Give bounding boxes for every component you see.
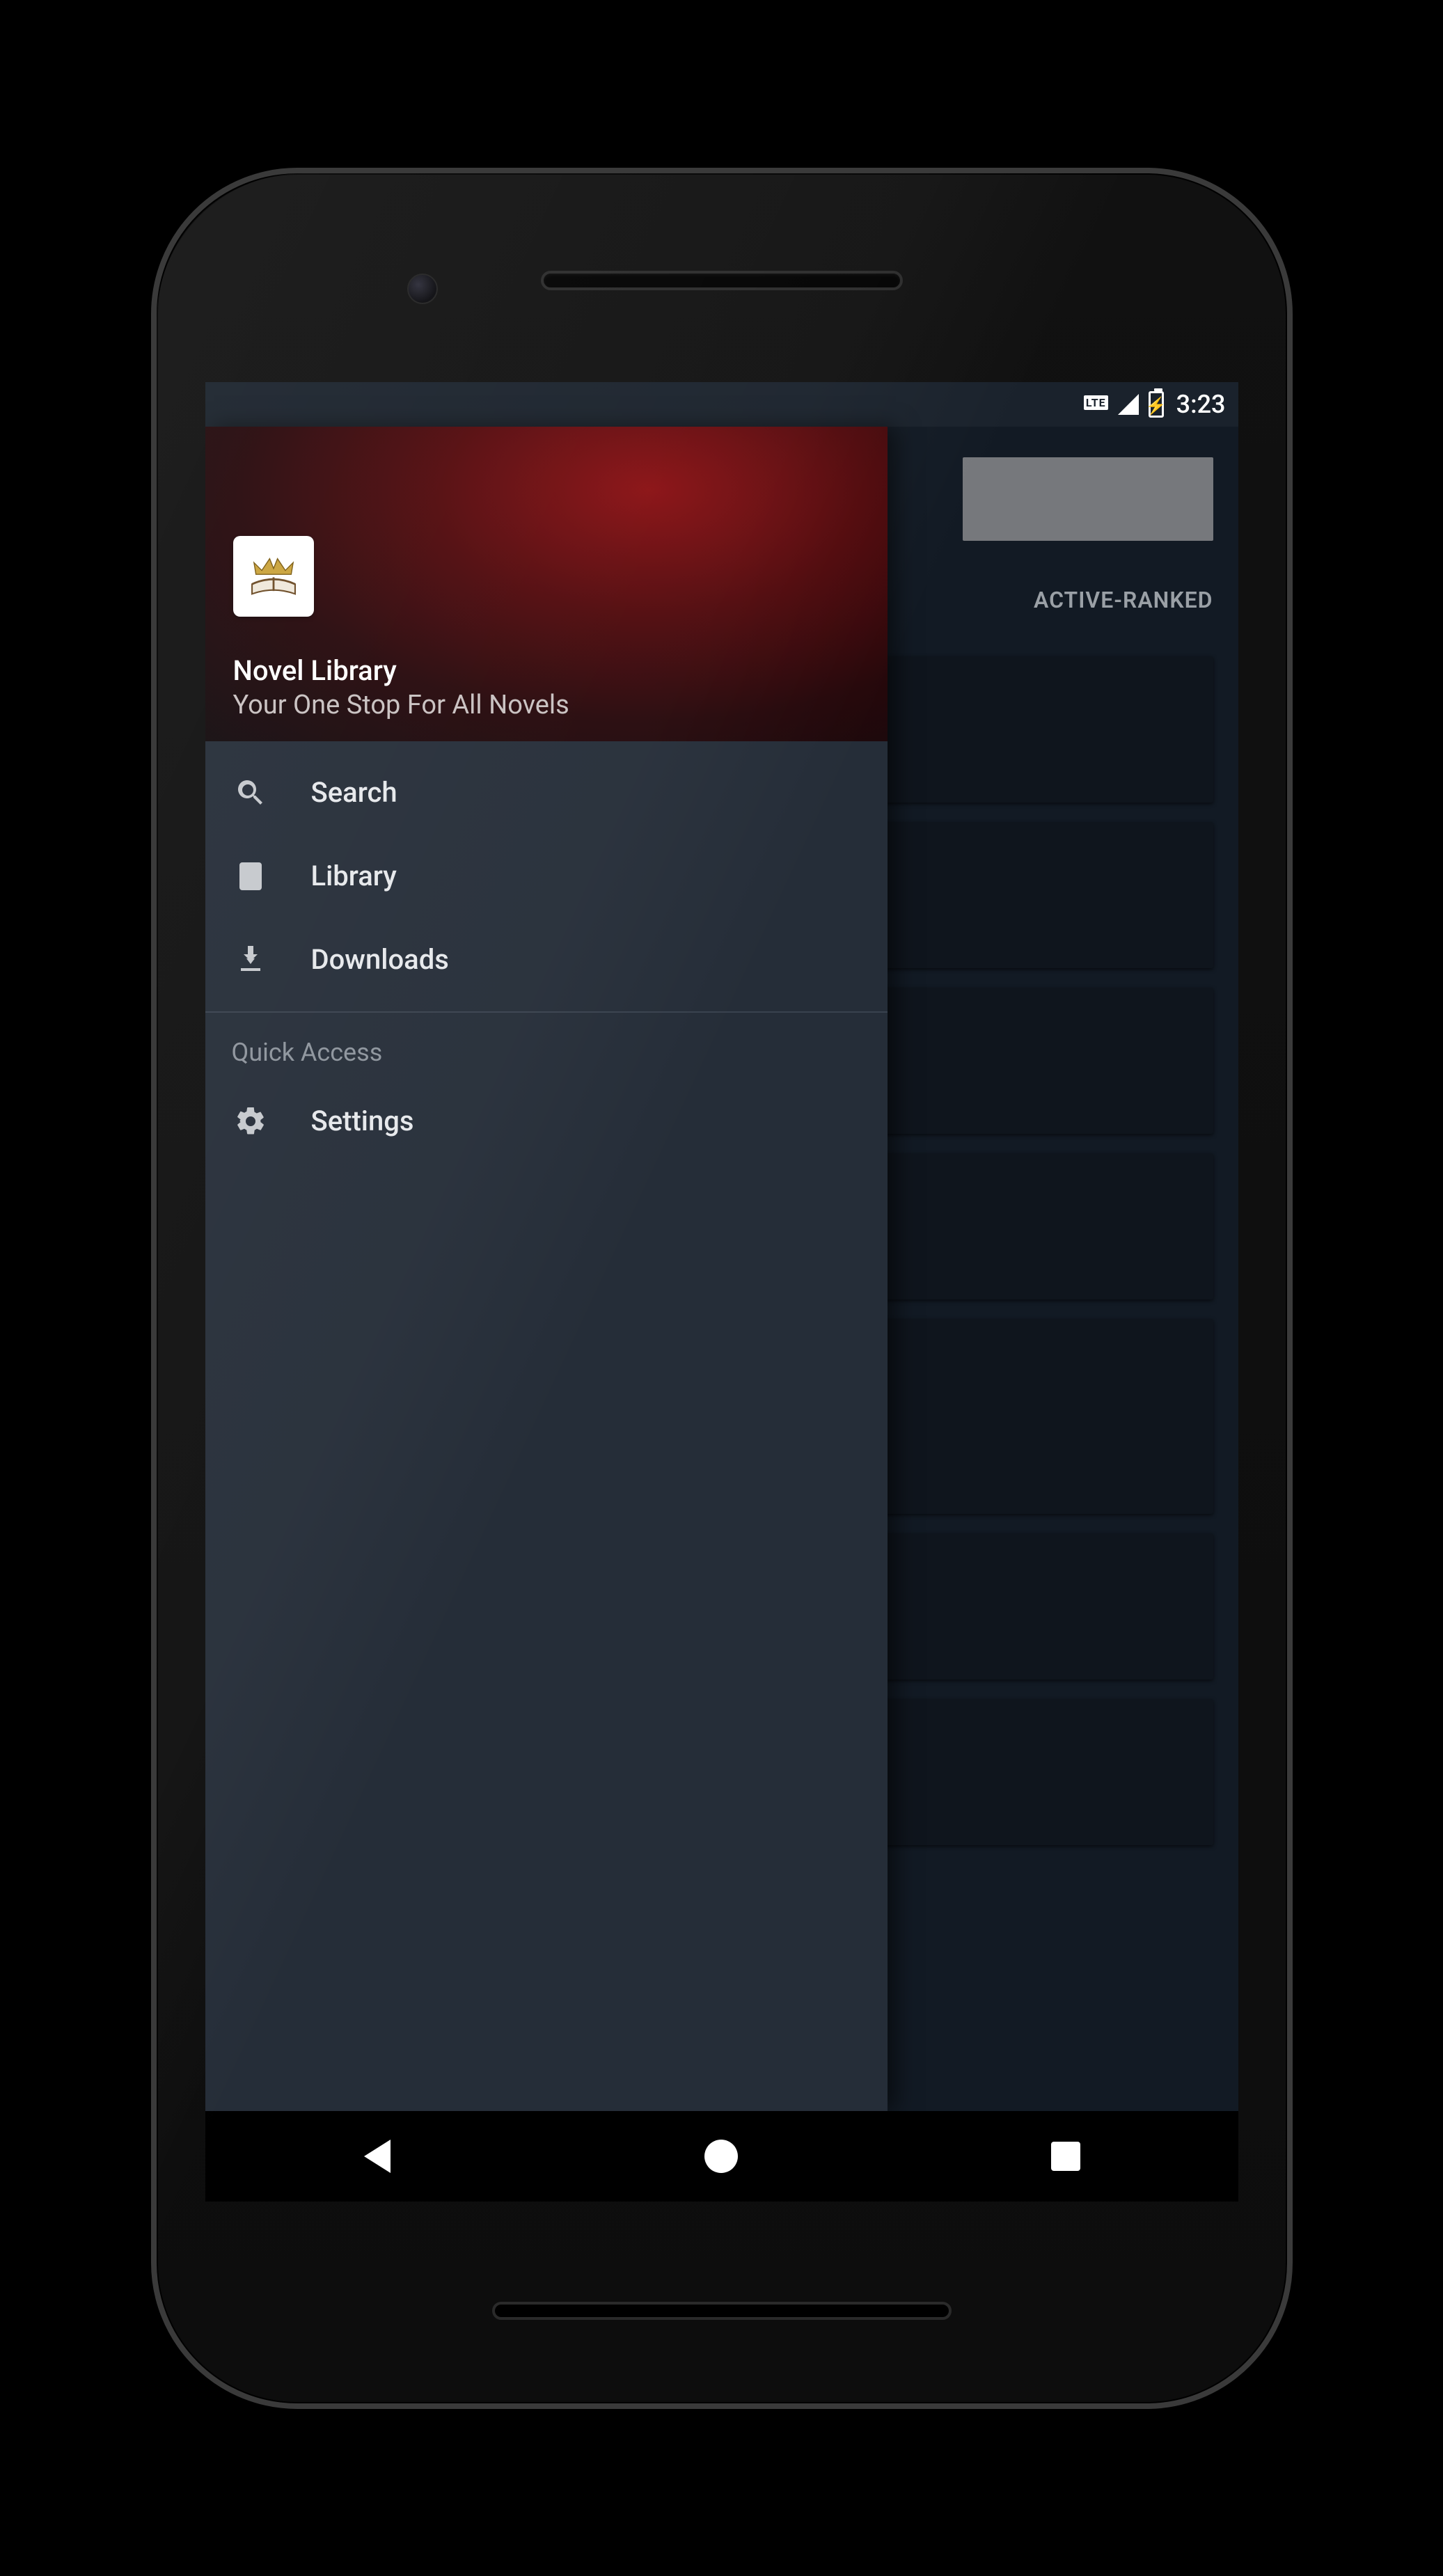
earpiece-speaker xyxy=(541,271,903,290)
recents-icon xyxy=(1051,2142,1080,2171)
gear-icon xyxy=(232,1105,269,1138)
drawer-header: Novel Library Your One Stop For All Nove… xyxy=(205,427,888,741)
app-title: Novel Library xyxy=(233,654,860,687)
divider xyxy=(205,1011,888,1013)
status-bar: LTE ⚡ 3:23 xyxy=(205,382,1238,427)
screen: LTE ⚡ 3:23 ACTIVE-RANKED ai Kyusoukyok… xyxy=(205,382,1238,2202)
search-input[interactable] xyxy=(963,457,1213,541)
drawer-item-label: Downloads xyxy=(311,943,449,976)
drawer-item-library[interactable]: Library xyxy=(205,835,888,918)
drawer-item-label: Settings xyxy=(311,1105,414,1137)
front-camera xyxy=(407,274,438,304)
clock: 3:23 xyxy=(1176,390,1226,419)
drawer-item-label: Search xyxy=(311,776,397,809)
home-icon xyxy=(704,2140,738,2173)
battery-charging-icon: ⚡ xyxy=(1149,391,1164,418)
bookmark-icon xyxy=(232,860,269,893)
download-icon xyxy=(232,943,269,977)
power-button[interactable] xyxy=(1287,1071,1293,1238)
nav-drawer: Novel Library Your One Stop For All Nove… xyxy=(205,427,888,2111)
volume-rocker[interactable] xyxy=(1287,1287,1293,1586)
app-icon xyxy=(233,536,314,617)
book-crown-icon xyxy=(242,545,305,608)
back-button[interactable] xyxy=(356,2135,398,2177)
drawer-section-label: Quick Access xyxy=(205,1020,888,1080)
tab-active-ranked[interactable]: ACTIVE-RANKED xyxy=(1034,587,1213,613)
drawer-item-settings[interactable]: Settings xyxy=(205,1080,888,1163)
app-tagline: Your One Stop For All Novels xyxy=(233,690,860,720)
chin-speaker xyxy=(492,2302,952,2320)
search-icon xyxy=(232,776,269,809)
drawer-item-downloads[interactable]: Downloads xyxy=(205,918,888,1002)
phone-frame: LTE ⚡ 3:23 ACTIVE-RANKED ai Kyusoukyok… xyxy=(151,168,1293,2409)
android-navbar xyxy=(205,2111,1238,2202)
drawer-list: Search Library Downloads Quick Access xyxy=(205,741,888,1163)
recents-button[interactable] xyxy=(1045,2135,1087,2177)
home-button[interactable] xyxy=(700,2135,742,2177)
drawer-item-label: Library xyxy=(311,860,397,892)
signal-icon xyxy=(1118,394,1139,415)
back-icon xyxy=(364,2140,391,2173)
network-badge: LTE xyxy=(1084,395,1108,410)
drawer-item-search[interactable]: Search xyxy=(205,751,888,835)
